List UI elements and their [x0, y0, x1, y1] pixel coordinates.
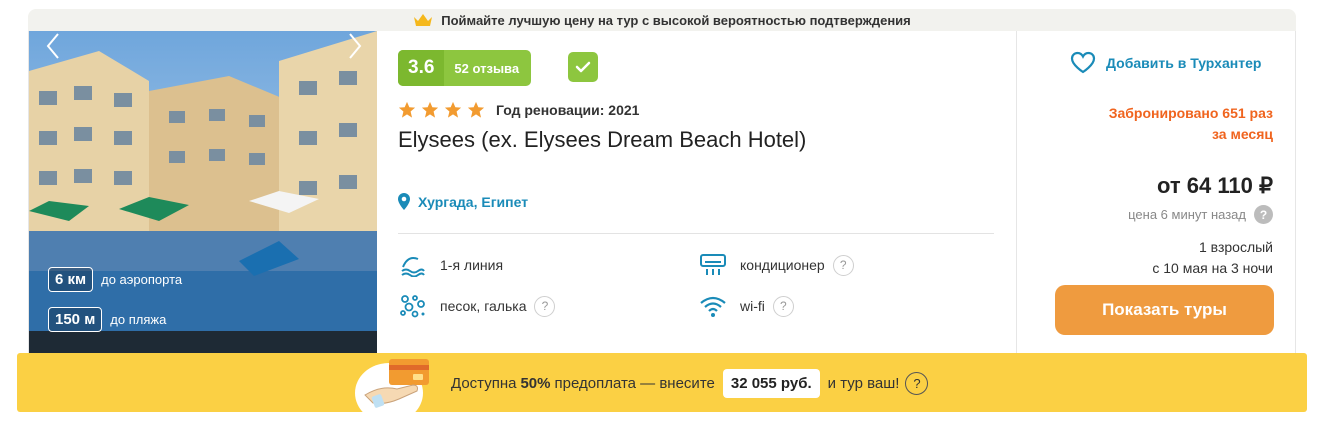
booked-count-line1: Забронировано 651 раз	[1108, 105, 1273, 121]
hotel-card: 6 км до аэропорта 150 м до пляжа 3.6 52 …	[28, 31, 1296, 353]
distance-beach-value: 150 м	[48, 307, 103, 332]
amenity-air-conditioner-help[interactable]: ?	[832, 254, 854, 276]
reviews-count: 52 отзыва	[454, 60, 520, 76]
hotel-location-text: Хургада, Египет	[418, 193, 529, 210]
promo-banner-text: Поймайте лучшую цену на тур с высокой ве…	[441, 12, 911, 28]
tour-params: 1 взрослый с 10 мая на 3 ночи	[1152, 237, 1273, 279]
star-rating: Год реновации: 2021	[398, 101, 639, 119]
verified-check-icon	[568, 52, 598, 82]
amenity-wifi-help[interactable]: ?	[772, 295, 794, 317]
amenity-air-conditioner-label: кондиционер	[740, 257, 825, 273]
distance-beach-label: до пляжа	[110, 312, 167, 327]
prepayment-help-icon[interactable]: ?	[905, 372, 929, 395]
hotel-photo-image	[29, 31, 377, 353]
amenity-sand-pebbles: песок, галька ?	[398, 292, 556, 320]
distance-airport-label: до аэропорта	[101, 272, 183, 287]
rating-score: 3.6	[398, 50, 445, 86]
price-age-help-icon[interactable]: ?	[1254, 205, 1273, 224]
amenity-wifi: wi-fi ?	[698, 292, 794, 320]
prepayment-suffix: и тур ваш!	[827, 375, 900, 392]
card-in-hand-icon	[355, 359, 429, 413]
distance-airport-value: 6 км	[48, 267, 94, 292]
rating-badge[interactable]: 3.6 52 отзыва	[398, 50, 532, 86]
booking-sidebar: Добавить в Турхантер Забронировано 651 р…	[1017, 31, 1297, 353]
amenity-wifi-label: wi-fi	[740, 298, 765, 314]
prepayment-banner: Доступна 50% предоплата — внесите 32 055…	[17, 353, 1307, 413]
crown-icon	[414, 14, 433, 26]
star-icon	[444, 101, 462, 118]
tour-dates: с 10 мая на 3 ночи	[1152, 260, 1273, 276]
promo-banner: Поймайте лучшую цену на тур с высокой ве…	[28, 9, 1296, 31]
prev-photo-arrow-icon[interactable]	[43, 31, 63, 61]
booked-count-line2: за месяц	[1212, 126, 1273, 142]
star-icon	[421, 101, 439, 118]
hotel-photo[interactable]: 6 км до аэропорта 150 м до пляжа	[29, 31, 377, 353]
amenity-beach-line-label: 1-я линия	[440, 257, 504, 273]
amenity-beach-line: 1-я линия	[398, 251, 503, 279]
location-pin-icon	[398, 193, 410, 210]
star-icon	[398, 101, 416, 118]
prepayment-middle: предоплата — внесите	[554, 375, 715, 392]
hotel-location[interactable]: Хургада, Египет	[398, 193, 528, 210]
tour-pax: 1 взрослый	[1199, 239, 1273, 255]
distance-airport: 6 км до аэропорта	[48, 267, 182, 292]
hotel-info: 3.6 52 отзыва Год реновации: 2021 Elysee…	[377, 31, 1017, 353]
next-photo-arrow-icon[interactable]	[345, 31, 365, 61]
info-divider	[398, 233, 994, 234]
prepayment-amount: 32 055 руб.	[722, 369, 820, 398]
air-conditioner-icon	[698, 251, 728, 279]
amenity-sand-pebbles-label: песок, галька	[440, 298, 527, 314]
renovation-year: Год реновации: 2021	[496, 102, 640, 118]
price-age: цена 6 минут назад ?	[1128, 205, 1273, 224]
booked-count: Забронировано 651 раз за месяц	[1109, 103, 1273, 145]
add-to-favorites-label: Добавить в Турхантер	[1106, 54, 1262, 71]
star-icon	[467, 101, 485, 118]
wifi-icon	[698, 292, 728, 320]
amenity-air-conditioner: кондиционер ?	[698, 251, 854, 279]
prepayment-prefix: Доступна	[451, 375, 517, 392]
distance-beach: 150 м до пляжа	[48, 307, 166, 332]
prepayment-message: Доступна 50% предоплата — внесите 32 055…	[451, 369, 929, 398]
amenity-sand-pebbles-help[interactable]: ?	[534, 295, 556, 317]
price-age-text: цена 6 минут назад	[1128, 207, 1246, 222]
add-to-favorites-button[interactable]: Добавить в Турхантер	[1070, 51, 1261, 74]
tour-price: от 64 110 ₽	[1157, 173, 1273, 198]
hotel-name[interactable]: Elysees (ex. Elysees Dream Beach Hotel)	[398, 127, 806, 153]
beach-line-icon	[398, 251, 428, 279]
prepayment-percent: 50%	[520, 375, 551, 392]
sand-pebbles-icon	[398, 292, 428, 320]
show-tours-button[interactable]: Показать туры	[1055, 285, 1274, 335]
heart-icon	[1070, 51, 1096, 74]
